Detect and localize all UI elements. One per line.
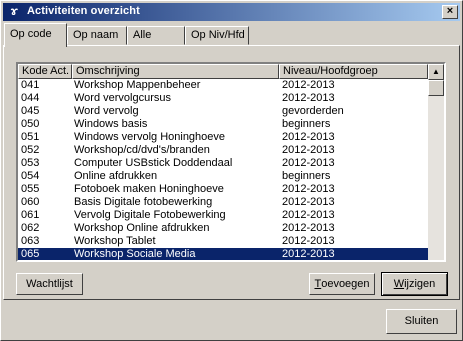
tab-label: Op naam — [73, 29, 119, 41]
cell-level: 2012-2013 — [282, 92, 335, 104]
table-row[interactable]: 050 Windows basis beginners — [18, 118, 428, 131]
cell-code: 041 — [21, 79, 40, 91]
cell-level: gevorderden — [282, 105, 344, 117]
table-row[interactable]: 044 Word vervolgcursus 2012-2013 — [18, 92, 428, 105]
activities-list[interactable]: Kode Act. Omschrijving Niveau/Hoofdgroep… — [16, 62, 446, 262]
cell-level: 2012-2013 — [282, 157, 335, 169]
scroll-thumb[interactable] — [428, 80, 444, 96]
cell-level: 2012-2013 — [282, 248, 335, 260]
cell-code: 062 — [21, 222, 40, 234]
cell-level: 2012-2013 — [282, 209, 335, 221]
app-window: ɤ Activiteiten overzicht × Op code Op na… — [0, 0, 463, 341]
vertical-scrollbar[interactable]: ▲ — [428, 64, 444, 260]
tab-label: Op code — [10, 28, 52, 40]
column-header-level[interactable]: Niveau/Hoofdgroep — [279, 64, 428, 79]
tab-op-code[interactable]: Op code — [4, 23, 67, 47]
cell-level: 2012-2013 — [282, 222, 335, 234]
sluiten-button[interactable]: Sluiten — [386, 309, 457, 334]
cell-level: 2012-2013 — [282, 144, 335, 156]
cell-code: 050 — [21, 118, 40, 130]
cell-description: Workshop Tablet — [74, 235, 156, 247]
cell-code: 060 — [21, 196, 40, 208]
cell-description: Workshop/cd/dvd's/branden — [74, 144, 210, 156]
cell-code: 052 — [21, 144, 40, 156]
title-bar[interactable]: ɤ Activiteiten overzicht × — [3, 3, 460, 21]
cell-code: 065 — [21, 248, 40, 260]
cell-level: 2012-2013 — [282, 196, 335, 208]
cell-description: Basis Digitale fotobewerking — [74, 196, 213, 208]
tab-label: Op Niv/Hfd — [191, 29, 245, 41]
table-row[interactable]: 061 Vervolg Digitale Fotobewerking 2012-20… — [18, 209, 428, 222]
cell-description: Computer USBstick Doddendaal — [74, 157, 233, 169]
cell-level: 2012-2013 — [282, 79, 335, 91]
cell-description: Windows basis — [74, 118, 148, 130]
close-icon[interactable]: × — [442, 5, 458, 19]
wijzigen-button[interactable]: Wijzigen — [381, 272, 448, 296]
cell-description: Vervolg Digitale Fotobewerking — [74, 209, 226, 221]
cell-level: beginners — [282, 118, 331, 130]
toevoegen-button[interactable]: Toevoegen — [309, 273, 375, 295]
table-row[interactable]: 055 Fotoboek maken Honinghoeve 2012-2013 — [18, 183, 428, 196]
cell-description: Windows vervolg Honinghoeve — [74, 131, 226, 143]
cell-description: Online afdrukken — [74, 170, 158, 182]
cell-description: Fotoboek maken Honinghoeve — [74, 183, 224, 195]
cell-level: beginners — [282, 170, 331, 182]
cell-code: 063 — [21, 235, 40, 247]
cell-description: Word vervolg — [74, 105, 139, 117]
cell-level: 2012-2013 — [282, 131, 335, 143]
column-header-description[interactable]: Omschrijving — [72, 64, 279, 79]
scroll-up-icon[interactable]: ▲ — [428, 64, 444, 80]
tab-alle[interactable]: Alle — [127, 26, 185, 45]
cell-code: 055 — [21, 183, 40, 195]
table-row[interactable]: 053 Computer USBstick Doddendaal 2012-2013 — [18, 157, 428, 170]
cell-description: Workshop Mappenbeheer — [74, 79, 201, 91]
cell-code: 045 — [21, 105, 40, 117]
cell-code: 051 — [21, 131, 40, 143]
cell-description: Workshop Sociale Media — [74, 248, 196, 260]
cell-description: Workshop Online afdrukken — [74, 222, 210, 234]
table-row[interactable]: 041 Workshop Mappenbeheer 2012-2013 — [18, 79, 428, 92]
list-rows: 041 Workshop Mappenbeheer 2012-2013 044 Word… — [18, 79, 428, 260]
window-title: Activiteiten overzicht — [27, 5, 140, 17]
cell-description: Word vervolgcursus — [74, 92, 171, 104]
table-row[interactable]: 054 Online afdrukken beginners — [18, 170, 428, 183]
table-row[interactable]: 065 Workshop Sociale Media 2012-2013 — [18, 248, 428, 260]
app-icon: ɤ — [10, 4, 18, 18]
list-header: Kode Act. Omschrijving Niveau/Hoofdgroep — [18, 64, 428, 79]
cell-level: 2012-2013 — [282, 183, 335, 195]
wachtlijst-button[interactable]: Wachtlijst — [16, 273, 83, 295]
cell-code: 061 — [21, 209, 40, 221]
cell-code: 053 — [21, 157, 40, 169]
table-row[interactable]: 052 Workshop/cd/dvd's/branden 2012-2013 — [18, 144, 428, 157]
table-row[interactable]: 060 Basis Digitale fotobewerking 2012-2013 — [18, 196, 428, 209]
cell-code: 054 — [21, 170, 40, 182]
table-row[interactable]: 051 Windows vervolg Honinghoeve 2012-2013 — [18, 131, 428, 144]
table-row[interactable]: 063 Workshop Tablet 2012-2013 — [18, 235, 428, 248]
table-row[interactable]: 045 Word vervolg gevorderden — [18, 105, 428, 118]
tab-op-niv-hfd[interactable]: Op Niv/Hfd — [185, 26, 249, 45]
cell-code: 044 — [21, 92, 40, 104]
tab-label: Alle — [133, 29, 152, 41]
column-header-code[interactable]: Kode Act. — [18, 64, 72, 79]
cell-level: 2012-2013 — [282, 235, 335, 247]
table-row[interactable]: 062 Workshop Online afdrukken 2012-2013 — [18, 222, 428, 235]
tab-op-naam[interactable]: Op naam — [67, 26, 127, 45]
